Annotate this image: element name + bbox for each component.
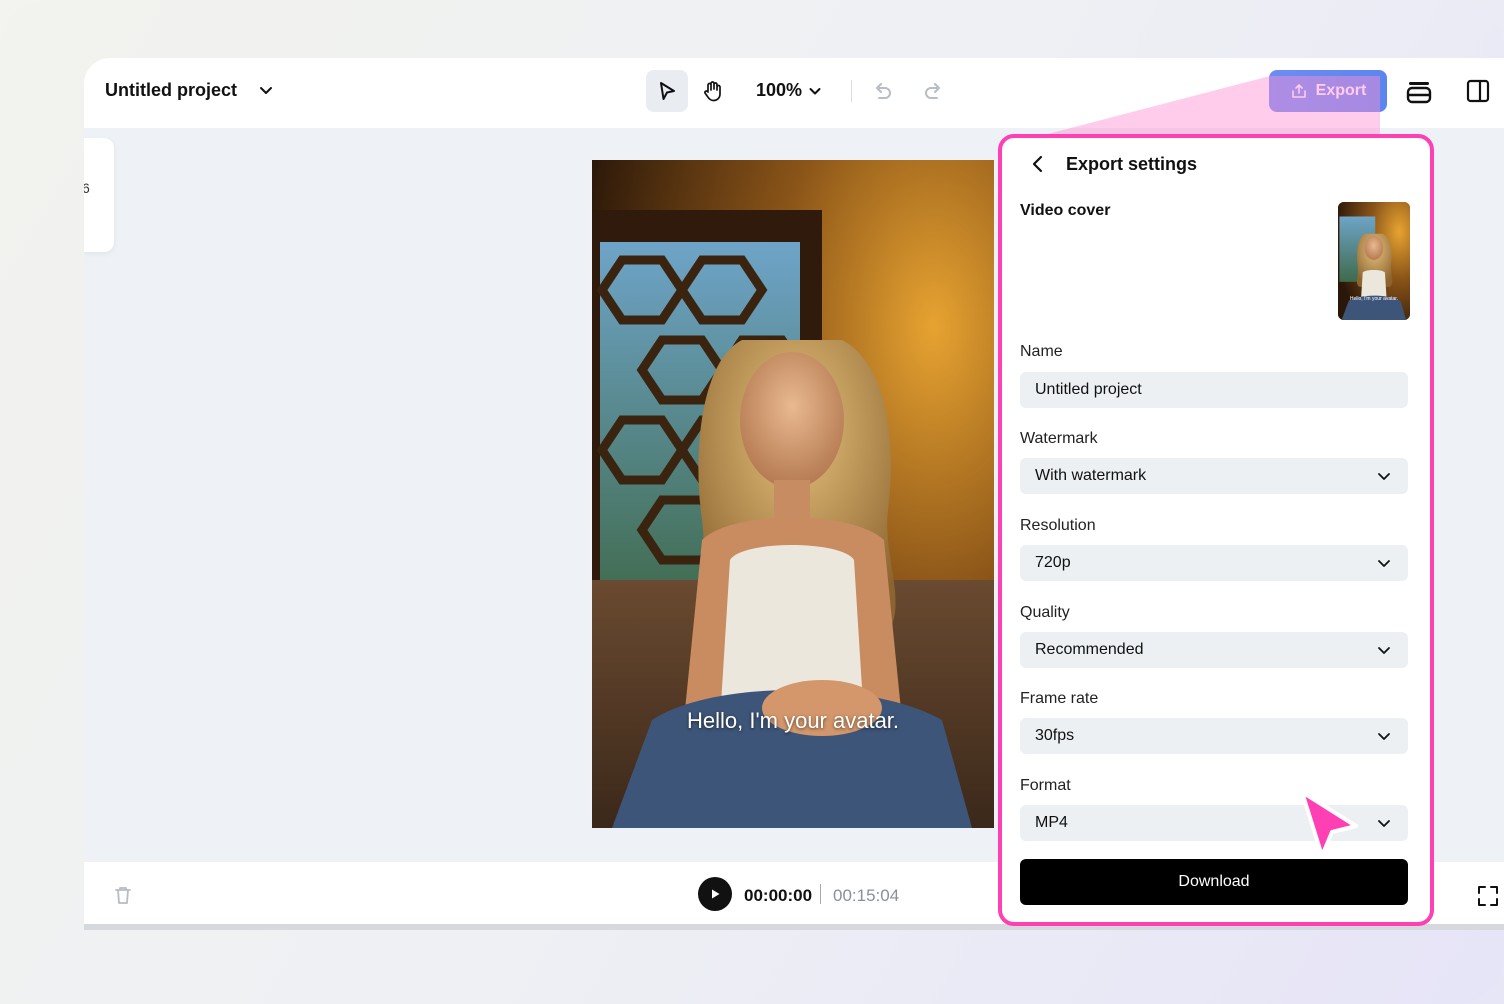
video-cover-label: Video cover	[1020, 202, 1111, 219]
name-field[interactable]: Untitled project	[1020, 372, 1408, 408]
undo-icon[interactable]	[869, 78, 895, 104]
resolution-value: 720p	[1035, 554, 1071, 571]
cover-image	[1338, 202, 1410, 320]
resolution-select[interactable]: 720p	[1020, 545, 1408, 581]
scene-card[interactable]: 6	[84, 138, 114, 252]
chevron-down-icon	[1378, 647, 1390, 654]
chevron-down-icon	[1378, 733, 1390, 740]
select-arrow-icon	[660, 82, 675, 100]
toolbar-divider	[851, 80, 852, 102]
redo-icon[interactable]	[921, 78, 947, 104]
quality-value: Recommended	[1035, 641, 1144, 658]
name-value: Untitled project	[1035, 381, 1142, 398]
resolution-label: Resolution	[1020, 517, 1096, 534]
framerate-label: Frame rate	[1020, 690, 1099, 707]
chevron-down-icon	[1378, 560, 1390, 567]
zoom-value: 100%	[756, 80, 803, 100]
hand-tool-button[interactable]	[692, 70, 734, 112]
name-label: Name	[1020, 343, 1063, 360]
callout-highlight	[1040, 76, 1380, 138]
play-icon	[712, 889, 720, 899]
side-panel-icon[interactable]	[1465, 78, 1491, 104]
cover-caption: Hello, I'm your avatar.	[1349, 296, 1399, 302]
framerate-value: 30fps	[1035, 727, 1075, 744]
watermark-select[interactable]: With watermark	[1020, 458, 1408, 494]
back-chevron-icon[interactable]	[1026, 152, 1050, 176]
video-preview[interactable]: Hello, I'm your avatar.	[592, 160, 994, 828]
format-label: Format	[1020, 777, 1071, 794]
play-button[interactable]	[698, 877, 732, 911]
quality-label: Quality	[1020, 604, 1070, 621]
chevron-down-icon[interactable]	[258, 82, 274, 98]
framerate-select[interactable]: 30fps	[1020, 718, 1408, 754]
total-time: 00:15:04	[833, 886, 900, 905]
format-value: MP4	[1035, 814, 1068, 831]
current-time: 00:00:00	[744, 886, 813, 905]
scene-number: 6	[84, 180, 90, 196]
pointer-cursor-icon	[1300, 790, 1358, 858]
video-cover-thumbnail[interactable]: Hello, I'm your avatar.	[1338, 202, 1410, 320]
export-settings-panel: Export settings Video cover Hello, I'm y…	[998, 134, 1434, 926]
chevron-down-icon	[1378, 820, 1390, 827]
project-title[interactable]: Untitled project	[105, 80, 237, 101]
hand-icon	[704, 81, 721, 102]
select-tool-button[interactable]	[646, 70, 688, 112]
export-settings-header: Export settings	[1026, 152, 1197, 176]
fullscreen-icon[interactable]	[1476, 884, 1500, 908]
trash-icon[interactable]	[112, 884, 134, 906]
watermark-value: With watermark	[1035, 467, 1147, 484]
export-settings-title: Export settings	[1066, 153, 1198, 174]
watermark-label: Watermark	[1020, 430, 1098, 447]
chevron-down-icon	[809, 87, 821, 94]
zoom-select[interactable]: 100%	[756, 80, 822, 101]
time-separator	[820, 884, 821, 904]
download-button[interactable]: Download	[1020, 859, 1408, 905]
video-caption: Hello, I'm your avatar.	[686, 708, 900, 733]
quality-select[interactable]: Recommended	[1020, 632, 1408, 668]
layers-icon[interactable]	[1405, 78, 1433, 106]
chevron-down-icon	[1378, 473, 1390, 480]
